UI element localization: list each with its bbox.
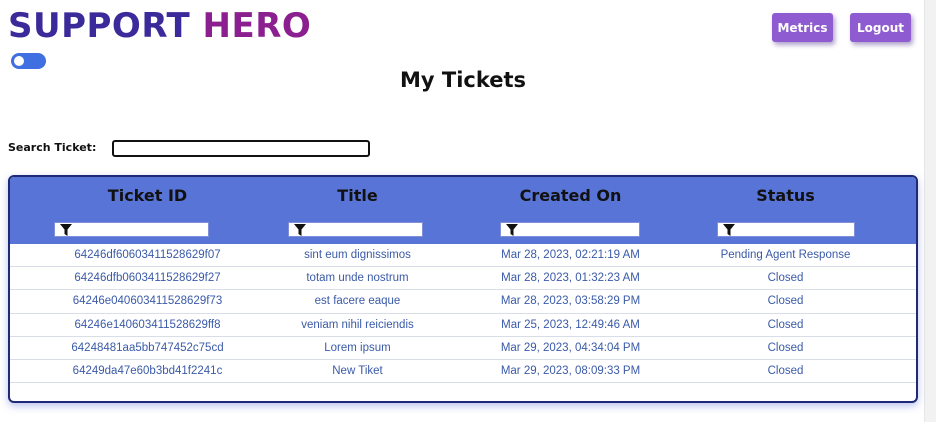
title-filter-input[interactable] xyxy=(288,222,423,237)
tickets-table: Ticket ID Title Created On Status 64246d… xyxy=(8,175,918,403)
filter-icon[interactable] xyxy=(506,224,518,236)
cell-ticket-id[interactable]: 64246df60603411528629f07 xyxy=(40,244,255,267)
column-label: Title xyxy=(337,186,378,205)
column-header-created-on: Created On xyxy=(463,177,678,244)
table-row[interactable]: 64249da47e60b3bd41f2241c New Tiket Mar 2… xyxy=(10,360,916,384)
toggle-knob xyxy=(14,56,24,66)
cell-ticket-id[interactable]: 64248481aa5bb747452c75cd xyxy=(40,337,255,360)
cell-created-on: Mar 28, 2023, 02:21:19 AM xyxy=(501,249,640,261)
table-header: Ticket ID Title Created On Status xyxy=(10,177,916,244)
brand-logo: SUPPORT HERO xyxy=(8,6,311,46)
metrics-button[interactable]: Metrics xyxy=(772,13,833,42)
cell-title[interactable]: sint eum dignissimos xyxy=(250,244,465,267)
cell-created-on: Mar 28, 2023, 03:58:29 PM xyxy=(500,295,641,308)
logout-button[interactable]: Logout xyxy=(850,13,911,42)
theme-toggle[interactable] xyxy=(11,53,46,69)
table-row[interactable]: 64246e140603411528629ff8 veniam nihil re… xyxy=(10,314,916,337)
cell-ticket-id[interactable]: 64249da47e60b3bd41f2241c xyxy=(40,360,255,383)
search-label: Search Ticket: xyxy=(8,141,97,154)
cell-title[interactable]: New Tiket xyxy=(250,360,465,383)
status-filter-input[interactable] xyxy=(717,222,855,237)
table-row[interactable]: 64246e040603411528629f73 est facere eaqu… xyxy=(10,290,916,314)
cell-title[interactable]: est facere eaque xyxy=(250,290,465,313)
ticket-id-filter-input[interactable] xyxy=(54,222,209,237)
table-body: 64246df60603411528629f07 sint eum dignis… xyxy=(10,244,916,384)
cell-status: Pending Agent Response xyxy=(720,249,851,261)
column-header-ticket-id: Ticket ID xyxy=(40,177,255,244)
column-header-status: Status xyxy=(678,177,893,244)
cell-status: Closed xyxy=(767,295,804,308)
cell-status: Closed xyxy=(767,364,804,377)
cell-ticket-id[interactable]: 64246e040603411528629f73 xyxy=(40,290,255,313)
cell-status: Closed xyxy=(767,272,804,285)
table-row[interactable]: 64246dfb0603411528629f27 totam unde nost… xyxy=(10,267,916,291)
cell-ticket-id[interactable]: 64246e140603411528629ff8 xyxy=(40,314,255,337)
brand-word-support: SUPPORT xyxy=(8,6,191,46)
cell-created-on: Mar 28, 2023, 01:32:23 AM xyxy=(501,272,640,285)
vertical-scrollbar[interactable] xyxy=(924,0,936,422)
filter-icon[interactable] xyxy=(294,224,306,236)
cell-created-on: Mar 29, 2023, 04:34:04 PM xyxy=(500,341,641,354)
cell-status: Closed xyxy=(767,318,804,331)
column-label: Ticket ID xyxy=(107,186,188,205)
column-label: Status xyxy=(756,186,815,205)
filter-icon[interactable] xyxy=(60,224,72,236)
support-hero-page: SUPPORT HERO Metrics Logout My Tickets S… xyxy=(0,0,936,422)
table-row[interactable]: 64248481aa5bb747452c75cd Lorem ipsum Mar… xyxy=(10,337,916,360)
cell-created-on: Mar 25, 2023, 12:49:46 AM xyxy=(501,318,640,331)
cell-status: Closed xyxy=(767,341,804,354)
column-label: Created On xyxy=(519,186,622,205)
column-header-title: Title xyxy=(250,177,465,244)
page-title: My Tickets xyxy=(399,68,527,92)
cell-title[interactable]: totam unde nostrum xyxy=(250,267,465,290)
cell-title[interactable]: Lorem ipsum xyxy=(250,337,465,360)
filter-icon[interactable] xyxy=(723,224,735,236)
cell-ticket-id[interactable]: 64246dfb0603411528629f27 xyxy=(40,267,255,290)
created-on-filter-input[interactable] xyxy=(500,222,640,237)
search-input[interactable] xyxy=(112,140,370,157)
brand-word-hero: HERO xyxy=(202,6,312,46)
cell-title[interactable]: veniam nihil reiciendis xyxy=(250,314,465,337)
cell-created-on: Mar 29, 2023, 08:09:33 PM xyxy=(500,364,641,377)
table-row[interactable]: 64246df60603411528629f07 sint eum dignis… xyxy=(10,244,916,268)
